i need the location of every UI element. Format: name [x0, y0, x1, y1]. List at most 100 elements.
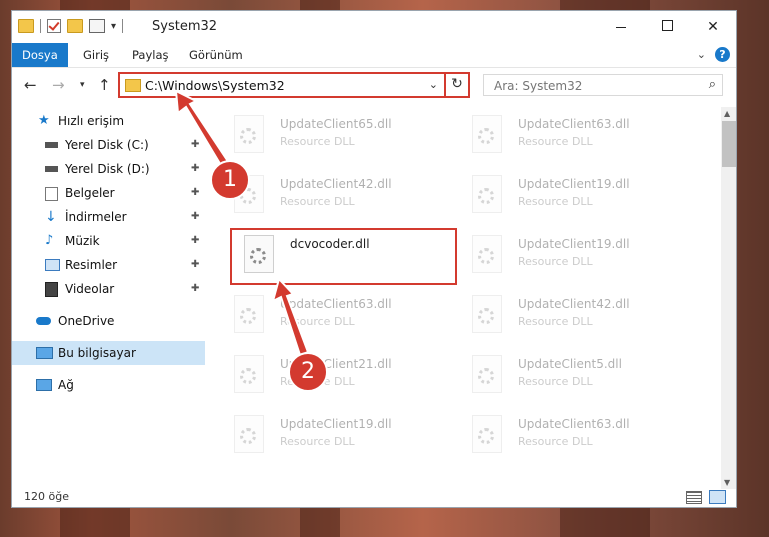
dll-file-icon [234, 115, 264, 153]
pin-icon[interactable]: ✚ [191, 253, 199, 277]
address-bar[interactable]: C:\Windows\System32 ⌄ ↻ [118, 72, 470, 98]
pin-icon[interactable]: ✚ [191, 181, 199, 205]
file-item[interactable]: UpdateClient5.dll Resource DLL [446, 351, 676, 407]
file-item[interactable]: UpdateClient63.dll Resource DLL [208, 291, 438, 347]
sidebar-item-network[interactable]: Ağ [12, 373, 205, 397]
large-icons-view-icon[interactable] [709, 490, 726, 504]
dll-file-icon [472, 355, 502, 393]
pictures-icon [45, 259, 60, 271]
sidebar-item-local-disk-c[interactable]: Yerel Disk (C:) ✚ [12, 133, 205, 157]
back-arrow-icon[interactable]: ← [24, 76, 37, 94]
file-item[interactable]: UpdateClient19.dll Resource DLL [446, 231, 676, 287]
window-title: System32 [152, 19, 218, 34]
chevron-down-icon[interactable]: ▾ [111, 21, 116, 32]
cloud-icon [36, 317, 51, 325]
title-bar: ▾ System32 ✕ [12, 11, 736, 43]
vertical-scrollbar[interactable]: ▲ ▼ [721, 107, 736, 489]
drive-icon [45, 142, 58, 148]
file-name: UpdateClient63.dll [518, 117, 630, 131]
file-type: Resource DLL [518, 255, 593, 268]
step-badge-1: 1 [210, 160, 250, 200]
sidebar-item-videos[interactable]: Videolar ✚ [12, 277, 205, 301]
maximize-icon [661, 20, 673, 31]
details-view-icon[interactable] [686, 491, 702, 504]
divider [40, 19, 41, 33]
scrollbar-thumb[interactable] [722, 121, 736, 167]
file-item[interactable]: UpdateClient19.dll Resource DLL [208, 411, 438, 467]
properties-icon[interactable] [89, 19, 105, 33]
chevron-down-icon[interactable]: ⌄ [697, 48, 706, 61]
up-arrow-icon[interactable]: ↑ [98, 76, 111, 94]
pin-icon[interactable]: ✚ [191, 277, 199, 301]
new-folder-icon[interactable] [67, 19, 83, 33]
search-input[interactable] [492, 76, 696, 96]
dll-file-icon [234, 415, 264, 453]
sidebar-item-label: Yerel Disk (D:) [65, 162, 150, 176]
sidebar-item-onedrive[interactable]: OneDrive [12, 309, 205, 333]
chevron-down-icon[interactable]: ⌄ [429, 78, 438, 91]
file-list: UpdateClient65.dll Resource DLL UpdateCl… [208, 107, 720, 477]
file-item[interactable]: UpdateClient63.dll Resource DLL [446, 111, 676, 167]
documents-icon [45, 187, 58, 201]
dll-file-icon [472, 175, 502, 213]
tab-file[interactable]: Dosya [12, 43, 68, 67]
sidebar-item-label: Hızlı erişim [58, 114, 125, 128]
file-item[interactable]: UpdateClient65.dll Resource DLL [208, 111, 438, 167]
pin-icon[interactable]: ✚ [191, 229, 199, 253]
dll-file-icon [472, 295, 502, 333]
file-item[interactable]: UpdateClient42.dll Resource DLL [446, 291, 676, 347]
maximize-button[interactable] [644, 11, 690, 43]
video-icon [45, 282, 58, 297]
help-icon[interactable]: ? [715, 47, 730, 62]
sidebar-item-music[interactable]: ♪ Müzik ✚ [12, 229, 205, 253]
pin-icon[interactable]: ✚ [191, 133, 199, 157]
folder-icon [125, 79, 141, 92]
sidebar-item-label: Müzik [65, 234, 100, 248]
star-icon: ★ [38, 113, 50, 128]
sidebar-item-downloads[interactable]: ↓ İndirmeler ✚ [12, 205, 205, 229]
sidebar-item-this-pc[interactable]: Bu bilgisayar [12, 341, 205, 365]
close-button[interactable]: ✕ [690, 11, 736, 43]
file-type: Resource DLL [518, 435, 593, 448]
scroll-up-icon[interactable]: ▲ [724, 109, 730, 118]
quick-access-toolbar: ▾ [18, 19, 124, 33]
file-name: UpdateClient65.dll [280, 117, 392, 131]
sidebar-item-pictures[interactable]: Resimler ✚ [12, 253, 205, 277]
sidebar-item-quick-access[interactable]: ★ Hızlı erişim [12, 109, 205, 133]
file-name: UpdateClient19.dll [518, 237, 630, 251]
pin-icon[interactable]: ✚ [191, 205, 199, 229]
tab-home[interactable]: Giriş [73, 43, 119, 67]
sidebar-item-label: Videolar [65, 282, 115, 296]
address-path[interactable]: C:\Windows\System32 [145, 78, 285, 93]
file-explorer-window: ▾ System32 ✕ Dosya Giriş Paylaş Görünüm … [11, 10, 737, 508]
drive-icon [45, 166, 58, 172]
file-name: UpdateClient63.dll [518, 417, 630, 431]
minimize-button[interactable] [598, 11, 644, 43]
properties-check-icon[interactable] [47, 19, 61, 33]
search-box[interactable]: ⌕ [483, 74, 723, 96]
file-name: UpdateClient42.dll [518, 297, 630, 311]
pin-icon[interactable]: ✚ [191, 157, 199, 181]
search-icon[interactable]: ⌕ [709, 77, 716, 92]
folder-icon[interactable] [18, 19, 34, 33]
file-type: Resource DLL [518, 135, 593, 148]
file-item[interactable]: UpdateClient19.dll Resource DLL [446, 171, 676, 227]
file-name: UpdateClient19.dll [518, 177, 630, 191]
file-item[interactable]: UpdateClient63.dll Resource DLL [446, 411, 676, 467]
dll-file-icon [472, 415, 502, 453]
music-icon: ♪ [45, 233, 54, 248]
refresh-button[interactable]: ↻ [444, 72, 468, 98]
tab-share[interactable]: Paylaş [122, 43, 179, 67]
recent-locations-icon[interactable]: ▾ [80, 80, 85, 90]
forward-arrow-icon[interactable]: → [52, 76, 65, 94]
sidebar-item-label: Resimler [65, 258, 118, 272]
sidebar-item-label: OneDrive [58, 314, 115, 328]
close-icon: ✕ [707, 19, 719, 35]
sidebar-item-documents[interactable]: Belgeler ✚ [12, 181, 205, 205]
sidebar-item-label: Bu bilgisayar [58, 346, 136, 360]
file-name: UpdateClient19.dll [280, 417, 392, 431]
tab-view[interactable]: Görünüm [179, 43, 253, 67]
sidebar-item-label: Yerel Disk (C:) [65, 138, 149, 152]
computer-icon [36, 347, 53, 359]
sidebar-item-local-disk-d[interactable]: Yerel Disk (D:) ✚ [12, 157, 205, 181]
